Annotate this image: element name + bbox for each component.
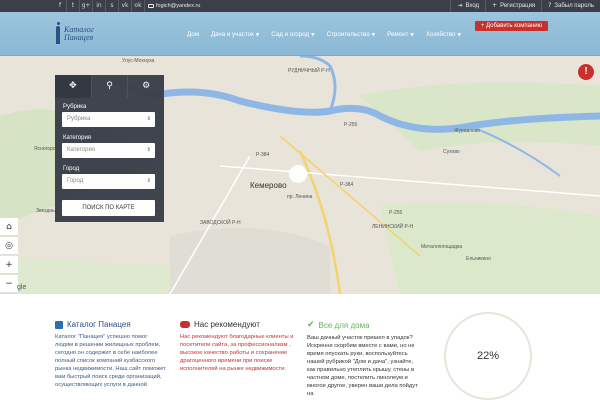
social-links: f t g+ in s vk ok: [54, 0, 145, 12]
map-label: Журавлево: [454, 128, 481, 134]
menu-item-label: Дом: [187, 31, 199, 38]
main-header: Каталог Панацея Дом Дача и участок ▼ Сад и о…: [0, 12, 600, 56]
chevron-down-icon: ▼: [255, 33, 260, 38]
map-search-panel: ✥ ⚲ ⚙ Рубрика Рубрика ⇕ Категория Категор…: [55, 75, 164, 222]
column-text: Нас рекомендуют благодарные клиенты и по…: [180, 334, 294, 372]
column-title: Все для дома: [318, 320, 370, 330]
login-icon: ⇥: [457, 2, 463, 9]
forgot-password-link[interactable]: ? Забыл пароль: [541, 0, 600, 12]
locate-icon[interactable]: ◎: [0, 237, 18, 255]
column-home: ✔ Все для дома Ваш дачный участок пришел …: [307, 320, 419, 398]
menu-item-label: Ремонт: [387, 31, 409, 38]
map-label: Металлплощадка: [421, 244, 463, 250]
account-links: ⇥ Вход + Регистрация ? Забыл пароль: [450, 0, 600, 12]
add-company-button[interactable]: + Добавить компанию: [475, 21, 548, 31]
login-label: Вход: [465, 3, 480, 9]
map-label: Р-384: [256, 152, 270, 158]
column-text: Ваш дачный участок пришел в упадок? Искр…: [307, 335, 418, 397]
twitter-icon[interactable]: t: [67, 0, 80, 12]
register-link[interactable]: + Регистрация: [485, 0, 541, 12]
column-title: Нас рекомендуют: [194, 320, 260, 329]
updown-icon: ⇕: [146, 116, 151, 122]
menu-item[interactable]: Хозяйство ▼: [420, 29, 467, 41]
column-text: Каталог "Панацея" успешно помог людям в …: [55, 334, 166, 388]
login-link[interactable]: ⇥ Вход: [450, 0, 485, 12]
skype-icon[interactable]: s: [106, 0, 119, 12]
map-label: РУДНИЧНЫЙ Р-Н: [288, 68, 330, 74]
catalog-icon: [55, 320, 63, 329]
register-label: Регистрация: [500, 3, 536, 9]
category-label: Категория: [63, 135, 92, 141]
menu-item[interactable]: Ремонт ▼: [381, 29, 420, 41]
forgot-label: Забыл пароль: [554, 3, 594, 9]
settings-icon[interactable]: ⚙: [127, 75, 164, 98]
menu-item-label: Сад и огород: [271, 31, 310, 38]
linkedin-icon[interactable]: in: [93, 0, 106, 12]
map-label: Р-255: [344, 122, 358, 128]
rubric-select[interactable]: Рубрика ⇕: [62, 112, 155, 127]
logo-figure-icon: [54, 22, 62, 46]
main-menu: Дом Дача и участок ▼ Сад и огород ▼ Строитель…: [181, 29, 467, 41]
panel-tabs: ✥ ⚲ ⚙: [55, 75, 164, 98]
column-recommend: Нас рекомендуют Нас рекомендуют благодар…: [180, 320, 296, 373]
progress-circle: 22%: [444, 312, 532, 400]
chevron-down-icon: ▼: [371, 33, 376, 38]
column-title: Каталог Панацея: [67, 320, 131, 329]
map-label: Сухово: [443, 149, 460, 155]
updown-icon: ⇕: [146, 147, 151, 153]
odnoklassniki-icon[interactable]: ok: [132, 0, 145, 12]
menu-item[interactable]: Дом: [181, 29, 205, 41]
google-logo: gle: [17, 284, 27, 291]
move-icon[interactable]: ✥: [55, 75, 91, 98]
menu-item-label: Строительство: [326, 31, 370, 38]
city-value: Город: [67, 178, 84, 184]
city-label: Город: [63, 166, 80, 172]
chevron-down-icon: ▼: [410, 33, 414, 38]
logo-line2: Панацея: [64, 33, 94, 42]
map-label: Улус-Мохнуха: [122, 58, 155, 64]
rubric-label: Рубрика: [63, 104, 87, 110]
menu-item[interactable]: Сад и огород ▼: [265, 29, 320, 41]
menu-item[interactable]: Строительство ▼: [321, 29, 382, 41]
site-logo[interactable]: Каталог Панацея: [54, 22, 94, 46]
email-text: fogich@yandex.ru: [156, 3, 201, 9]
alert-icon[interactable]: !: [578, 64, 594, 80]
menu-item-label: Дача и участок: [210, 31, 254, 38]
updown-icon: ⇕: [146, 178, 151, 184]
menu-item-label: Хозяйство: [425, 31, 456, 38]
facebook-icon[interactable]: f: [54, 0, 67, 12]
home-icon[interactable]: ⌂: [0, 218, 18, 236]
question-icon: ?: [548, 2, 552, 9]
map-label: Ельникино: [466, 256, 491, 262]
chat-icon: [180, 321, 190, 328]
email-contact[interactable]: fogich@yandex.ru: [148, 0, 200, 12]
chevron-down-icon: ▼: [311, 33, 315, 38]
vk-icon[interactable]: vk: [119, 0, 132, 12]
map-label: Р-255: [389, 210, 403, 216]
category-value: Категория: [67, 147, 96, 153]
rubric-value: Рубрика: [67, 116, 91, 122]
envelope-icon: [148, 4, 154, 8]
map-label: ЗАВОДСКОЙ Р-Н: [200, 220, 241, 226]
map-search-button[interactable]: ПОИСК ПО КАРТЕ: [62, 200, 155, 216]
city-select[interactable]: Город ⇕: [62, 174, 155, 189]
category-select[interactable]: Категория ⇕: [62, 143, 155, 158]
zoom-in-icon[interactable]: +: [0, 256, 18, 274]
map-label: пр. Ленина: [287, 194, 313, 200]
column-catalog: Каталог Панацея Каталог "Панацея" успешн…: [55, 320, 167, 389]
search-icon[interactable]: ⚲: [90, 75, 128, 98]
map-label: Р-384: [340, 182, 354, 188]
check-icon: ✔: [307, 320, 315, 330]
top-bar: f t g+ in s vk ok fogich@yandex.ru ⇥ Вход + Реги…: [0, 0, 600, 12]
zoom-out-icon[interactable]: −: [0, 275, 18, 293]
chevron-down-icon: ▼: [457, 33, 461, 38]
google-plus-icon[interactable]: g+: [80, 0, 93, 12]
menu-item[interactable]: Дача и участок ▼: [205, 29, 265, 41]
user-plus-icon: +: [492, 2, 498, 9]
map-label: ЛЕНИНСКИЙ Р-Н: [372, 224, 414, 230]
map-city-label: Кемерово: [250, 181, 287, 190]
